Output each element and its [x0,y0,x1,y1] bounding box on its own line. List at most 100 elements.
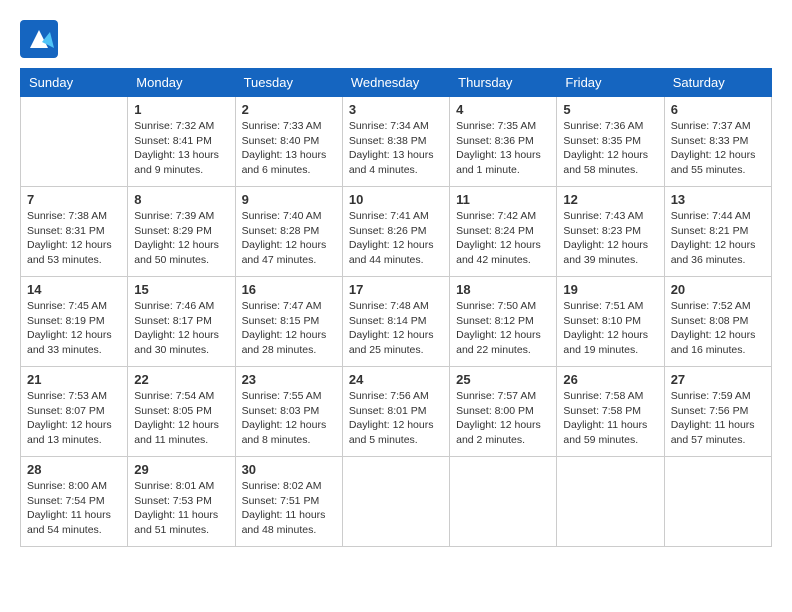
calendar-cell: 26 Sunrise: 7:58 AM Sunset: 7:58 PM Dayli… [557,367,664,457]
calendar-cell: 19 Sunrise: 7:51 AM Sunset: 8:10 PM Dayli… [557,277,664,367]
calendar-cell: 18 Sunrise: 7:50 AM Sunset: 8:12 PM Dayli… [450,277,557,367]
cell-info: Sunrise: 7:32 AM Sunset: 8:41 PM Dayligh… [134,119,228,178]
calendar-cell: 20Sunrise: 7:52 AM Sunset: 8:08 PM Dayli… [664,277,771,367]
calendar-cell: 13 Sunrise: 7:44 AM Sunset: 8:21 PM Dayli… [664,187,771,277]
cell-info: Sunrise: 7:34 AM Sunset: 8:38 PM Dayligh… [349,119,443,178]
calendar-week-row: 28 Sunrise: 8:00 AM Sunset: 7:54 PM Dayli… [21,457,772,547]
day-number: 12 [563,192,657,207]
weekday-header: Friday [557,69,664,97]
weekday-header: Thursday [450,69,557,97]
cell-info: Sunrise: 8:00 AM Sunset: 7:54 PM Dayligh… [27,479,121,538]
cell-info: Sunrise: 7:52 AM Sunset: 8:08 PM Dayligh… [671,299,765,358]
day-number: 14 [27,282,121,297]
weekday-header: Sunday [21,69,128,97]
day-number: 25 [456,372,550,387]
cell-info: Sunrise: 7:55 AM Sunset: 8:03 PM Dayligh… [242,389,336,448]
calendar-week-row: 14 Sunrise: 7:45 AM Sunset: 8:19 PM Dayli… [21,277,772,367]
day-number: 19 [563,282,657,297]
calendar-cell [664,457,771,547]
cell-info: Sunrise: 7:56 AM Sunset: 8:01 PM Dayligh… [349,389,443,448]
calendar-cell: 30 Sunrise: 8:02 AM Sunset: 7:51 PM Dayli… [235,457,342,547]
calendar-cell [21,97,128,187]
cell-info: Sunrise: 7:46 AM Sunset: 8:17 PM Dayligh… [134,299,228,358]
calendar-week-row: 7Sunrise: 7:38 AM Sunset: 8:31 PM Daylig… [21,187,772,277]
weekday-header: Tuesday [235,69,342,97]
calendar-cell: 16 Sunrise: 7:47 AM Sunset: 8:15 PM Dayli… [235,277,342,367]
calendar-cell: 15 Sunrise: 7:46 AM Sunset: 8:17 PM Dayli… [128,277,235,367]
cell-info: Sunrise: 8:02 AM Sunset: 7:51 PM Dayligh… [242,479,336,538]
day-number: 23 [242,372,336,387]
day-number: 8 [134,192,228,207]
day-number: 22 [134,372,228,387]
cell-info: Sunrise: 7:37 AM Sunset: 8:33 PM Dayligh… [671,119,765,178]
cell-info: Sunrise: 8:01 AM Sunset: 7:53 PM Dayligh… [134,479,228,538]
day-number: 27 [671,372,765,387]
day-number: 13 [671,192,765,207]
calendar-cell [450,457,557,547]
calendar-header-row: SundayMondayTuesdayWednesdayThursdayFrid… [21,69,772,97]
cell-info: Sunrise: 7:50 AM Sunset: 8:12 PM Dayligh… [456,299,550,358]
calendar-cell: 12 Sunrise: 7:43 AM Sunset: 8:23 PM Dayli… [557,187,664,277]
day-number: 30 [242,462,336,477]
cell-info: Sunrise: 7:44 AM Sunset: 8:21 PM Dayligh… [671,209,765,268]
cell-info: Sunrise: 7:33 AM Sunset: 8:40 PM Dayligh… [242,119,336,178]
cell-info: Sunrise: 7:45 AM Sunset: 8:19 PM Dayligh… [27,299,121,358]
cell-info: Sunrise: 7:57 AM Sunset: 8:00 PM Dayligh… [456,389,550,448]
cell-info: Sunrise: 7:41 AM Sunset: 8:26 PM Dayligh… [349,209,443,268]
weekday-header: Monday [128,69,235,97]
calendar-cell: 27 Sunrise: 7:59 AM Sunset: 7:56 PM Dayli… [664,367,771,457]
cell-info: Sunrise: 7:39 AM Sunset: 8:29 PM Dayligh… [134,209,228,268]
calendar-cell: 22 Sunrise: 7:54 AM Sunset: 8:05 PM Dayli… [128,367,235,457]
day-number: 28 [27,462,121,477]
calendar-cell: 6 Sunrise: 7:37 AM Sunset: 8:33 PM Daylig… [664,97,771,187]
cell-info: Sunrise: 7:36 AM Sunset: 8:35 PM Dayligh… [563,119,657,178]
cell-info: Sunrise: 7:40 AM Sunset: 8:28 PM Dayligh… [242,209,336,268]
day-number: 3 [349,102,443,117]
calendar-cell: 29 Sunrise: 8:01 AM Sunset: 7:53 PM Dayli… [128,457,235,547]
cell-info: Sunrise: 7:58 AM Sunset: 7:58 PM Dayligh… [563,389,657,448]
weekday-header: Saturday [664,69,771,97]
cell-info: Sunrise: 7:47 AM Sunset: 8:15 PM Dayligh… [242,299,336,358]
weekday-header: Wednesday [342,69,449,97]
day-number: 18 [456,282,550,297]
calendar-table: SundayMondayTuesdayWednesdayThursdayFrid… [20,68,772,547]
day-number: 9 [242,192,336,207]
day-number: 11 [456,192,550,207]
day-number: 24 [349,372,443,387]
cell-info: Sunrise: 7:48 AM Sunset: 8:14 PM Dayligh… [349,299,443,358]
cell-info: Sunrise: 7:59 AM Sunset: 7:56 PM Dayligh… [671,389,765,448]
cell-info: Sunrise: 7:51 AM Sunset: 8:10 PM Dayligh… [563,299,657,358]
day-number: 4 [456,102,550,117]
calendar-cell: 9 Sunrise: 7:40 AM Sunset: 8:28 PM Daylig… [235,187,342,277]
calendar-cell: 28 Sunrise: 8:00 AM Sunset: 7:54 PM Dayli… [21,457,128,547]
cell-info: Sunrise: 7:35 AM Sunset: 8:36 PM Dayligh… [456,119,550,178]
calendar-cell: 4 Sunrise: 7:35 AM Sunset: 8:36 PM Daylig… [450,97,557,187]
cell-info: Sunrise: 7:42 AM Sunset: 8:24 PM Dayligh… [456,209,550,268]
day-number: 16 [242,282,336,297]
calendar-cell: 10 Sunrise: 7:41 AM Sunset: 8:26 PM Dayli… [342,187,449,277]
day-number: 26 [563,372,657,387]
calendar-cell [342,457,449,547]
day-number: 15 [134,282,228,297]
day-number: 17 [349,282,443,297]
day-number: 21 [27,372,121,387]
calendar-cell: 24 Sunrise: 7:56 AM Sunset: 8:01 PM Dayli… [342,367,449,457]
calendar-cell: 1Sunrise: 7:32 AM Sunset: 8:41 PM Daylig… [128,97,235,187]
calendar-cell: 8 Sunrise: 7:39 AM Sunset: 8:29 PM Daylig… [128,187,235,277]
day-number: 10 [349,192,443,207]
calendar-week-row: 21 Sunrise: 7:53 AM Sunset: 8:07 PM Dayli… [21,367,772,457]
day-number: 5 [563,102,657,117]
calendar-cell [557,457,664,547]
calendar-cell: 17 Sunrise: 7:48 AM Sunset: 8:14 PM Dayli… [342,277,449,367]
logo [20,20,62,58]
calendar-cell: 25 Sunrise: 7:57 AM Sunset: 8:00 PM Dayli… [450,367,557,457]
cell-info: Sunrise: 7:54 AM Sunset: 8:05 PM Dayligh… [134,389,228,448]
calendar-cell: 5 Sunrise: 7:36 AM Sunset: 8:35 PM Daylig… [557,97,664,187]
cell-info: Sunrise: 7:53 AM Sunset: 8:07 PM Dayligh… [27,389,121,448]
day-number: 2 [242,102,336,117]
cell-info: Sunrise: 7:43 AM Sunset: 8:23 PM Dayligh… [563,209,657,268]
day-number: 6 [671,102,765,117]
day-number: 29 [134,462,228,477]
cell-info: Sunrise: 7:38 AM Sunset: 8:31 PM Dayligh… [27,209,121,268]
calendar-cell: 23 Sunrise: 7:55 AM Sunset: 8:03 PM Dayli… [235,367,342,457]
